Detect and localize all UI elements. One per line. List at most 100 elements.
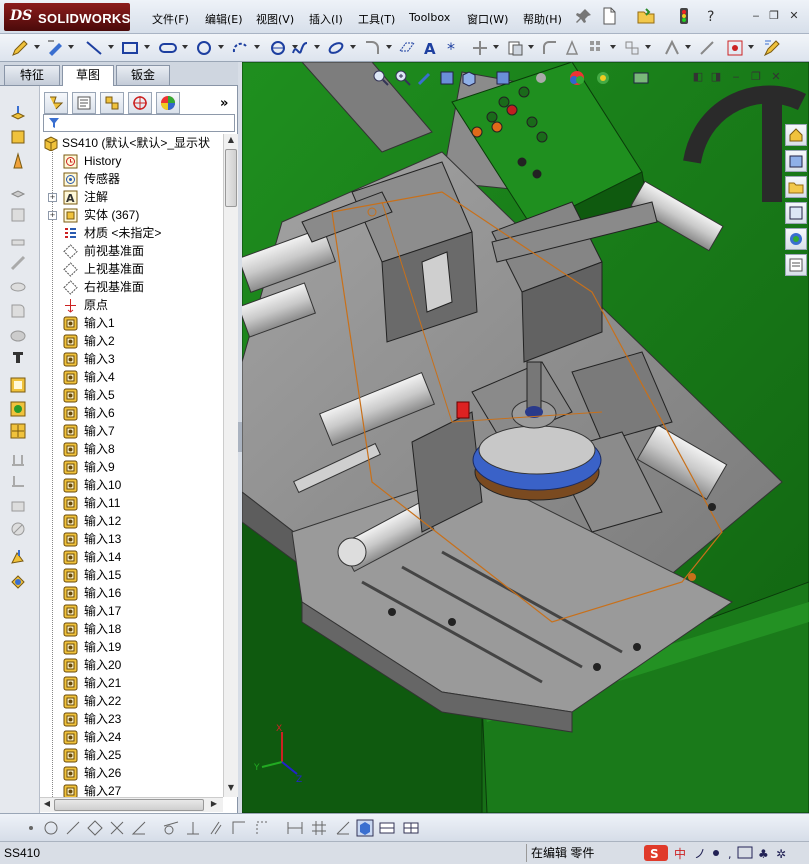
feature-tree-item[interactable]: 输入6 [40,404,223,422]
hole-wizard-icon[interactable] [9,278,27,296]
perpendicular-icon[interactable] [184,819,202,837]
view-settings-icon[interactable] [632,69,650,87]
line-tool-icon[interactable] [84,38,104,58]
line-icon[interactable] [64,819,82,837]
next-pane-icon[interactable]: ◨ [709,70,723,84]
solidworks-logo[interactable]: DS SOLIDWORKS [4,3,130,31]
scroll-right-icon[interactable]: ▶ [208,799,220,811]
feature-tree-item[interactable]: 输入17 [40,602,223,620]
menu-window[interactable]: 窗口(W) [467,11,508,27]
menu-tools[interactable]: 工具(T) [358,11,395,27]
feature-tree-item[interactable]: 输入22 [40,692,223,710]
single-view-icon[interactable] [378,819,396,837]
zoom-to-fit-icon[interactable] [372,69,390,87]
menu-view[interactable]: 视图(V) [256,11,294,27]
ime-toolbar[interactable]: S 中 ノ , ♣ ✲ [642,844,807,862]
feature-tree-item[interactable]: 输入20 [40,656,223,674]
feature-tree-item[interactable]: 输入2 [40,332,223,350]
feature-tree-item[interactable]: 输入19 [40,638,223,656]
feature-tree-item[interactable]: 右视基准面 [40,278,223,296]
smart-dimension-icon[interactable] [45,38,65,58]
feature-tree-vertical-scrollbar[interactable]: ▲ ▼ [223,134,238,797]
soft-keyboard-icon[interactable] [737,846,753,859]
zoom-to-area-icon[interactable] [394,69,412,87]
feature-tree-item[interactable]: 传感器 [40,170,223,188]
feature-tree-horizontal-scrollbar[interactable]: ◀ ▶ [40,797,223,812]
display-style-icon[interactable] [494,69,512,87]
dimxpert-manager-tab[interactable] [128,92,152,114]
plane-tool-icon[interactable] [397,38,417,58]
revolved-boss-icon[interactable] [9,128,27,146]
rebuild-traffic-light-icon[interactable] [675,7,693,25]
feature-tree-item[interactable]: 输入3 [40,350,223,368]
text-tool-icon[interactable]: A [420,38,440,58]
tab-sheet-metal[interactable]: 钣金 [116,65,170,85]
shell-feature-icon[interactable] [9,376,27,394]
wrap-icon[interactable] [9,520,27,538]
feature-tree-item[interactable]: 输入16 [40,584,223,602]
custom-properties-tab[interactable] [785,254,807,276]
corner-icon[interactable] [230,819,248,837]
trim-entities-icon[interactable] [470,38,490,58]
pattern-feature-icon[interactable] [9,422,27,440]
feature-tree-item[interactable]: 输入18 [40,620,223,638]
tab-sketch[interactable]: 草图 [62,65,114,86]
feature-manager-tab[interactable] [44,92,68,114]
ellipse-tool-icon[interactable] [326,38,346,58]
rectangle-tool-icon[interactable] [120,38,140,58]
feature-tree-item[interactable]: 输入13 [40,530,223,548]
menu-help[interactable]: 帮助(H) [523,11,562,27]
feature-tree-item[interactable]: 输入24 [40,728,223,746]
point-tool-icon[interactable]: * [443,38,463,58]
file-explorer-tab[interactable] [785,176,807,198]
feature-tree-item[interactable]: 输入5 [40,386,223,404]
new-document-icon[interactable] [600,7,618,25]
revolved-cut-icon[interactable] [9,206,27,224]
fillet-feature-icon[interactable] [9,302,27,320]
four-view-icon[interactable] [402,819,420,837]
feature-tree-item[interactable]: 前视基准面 [40,242,223,260]
feature-tree-item[interactable]: 输入11 [40,494,223,512]
feature-tree-item[interactable]: 输入21 [40,674,223,692]
feature-tree-filter[interactable] [43,114,235,132]
grid-icon[interactable] [310,819,328,837]
3d-view-icon[interactable] [356,819,374,837]
horizontal-scroll-thumb[interactable] [54,799,204,811]
scroll-left-icon[interactable]: ◀ [41,799,53,811]
feature-tree-item[interactable]: 材质 <未指定> [40,224,223,242]
previous-pane-icon[interactable]: ◧ [691,70,705,84]
apply-scene-icon[interactable] [594,69,612,87]
lofted-cut-icon[interactable] [9,254,27,272]
expand-node-icon[interactable]: + [48,211,57,220]
display-manager-tab[interactable] [156,92,180,114]
section-view-headsup-icon[interactable] [438,69,456,87]
circle-outline-icon[interactable] [42,819,60,837]
close-window-icon[interactable]: ✕ [787,9,801,23]
feature-tree-item[interactable]: 输入4 [40,368,223,386]
feature-tree-item[interactable]: + A 注解 [40,188,223,206]
parallel-icon[interactable] [206,819,224,837]
display-relations-icon[interactable] [662,38,682,58]
spline-tool-icon[interactable] [290,38,310,58]
view-palette-tab[interactable] [785,202,807,224]
move-entities-icon[interactable] [622,38,642,58]
feature-tree-item[interactable]: 输入7 [40,422,223,440]
grid-snap-icon[interactable] [254,819,272,837]
angle-snap-icon[interactable] [334,819,352,837]
design-library-tab[interactable] [785,150,807,172]
restore-window-icon[interactable]: ❐ [767,9,781,23]
mirror-feature-icon[interactable] [9,450,27,468]
diamond-icon[interactable] [86,819,104,837]
menu-insert[interactable]: 插入(I) [309,11,343,27]
property-manager-tab[interactable] [72,92,96,114]
feature-tree-item[interactable]: 输入23 [40,710,223,728]
point-icon[interactable] [22,819,40,837]
curves-icon[interactable] [9,472,27,490]
expand-node-icon[interactable]: + [48,193,57,202]
tab-features[interactable]: 特征 [4,65,60,85]
edit-appearance-icon[interactable] [568,69,586,87]
feature-tree-item[interactable]: 原点 [40,296,223,314]
swept-boss-icon[interactable] [9,152,27,170]
reference-geometry-icon[interactable] [9,496,27,514]
cross-icon[interactable] [108,819,126,837]
